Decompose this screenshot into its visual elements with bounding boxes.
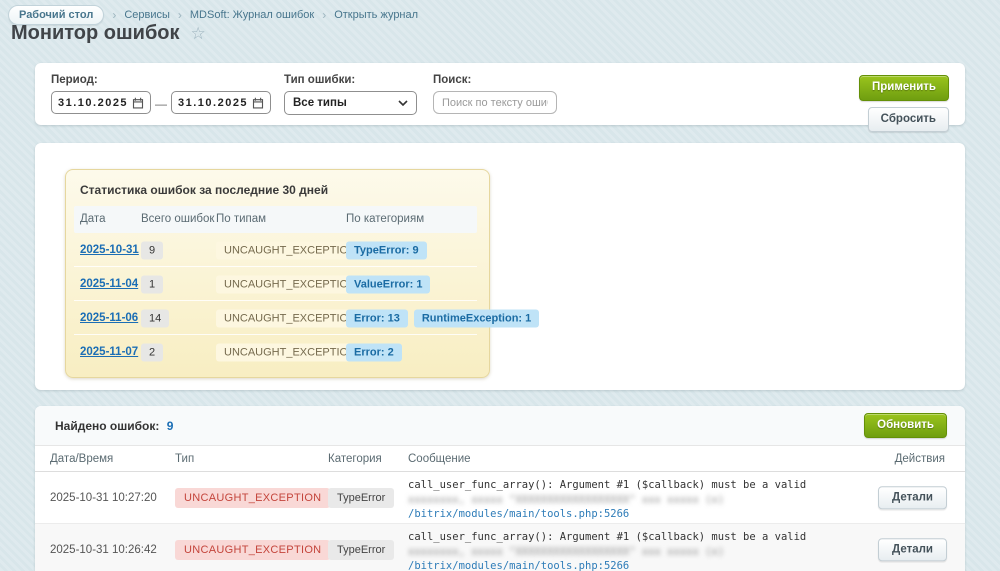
date-to-input[interactable]: 31.10.2025 [171, 91, 271, 114]
stats-total: 1 [141, 274, 163, 293]
stats-row: 2025-11-07 2 UNCAUGHT_EXCEPTION: 2 Error… [74, 335, 477, 369]
error-type-selected-value: Все типы [293, 97, 347, 109]
stats-category-badge: Error: 2 [346, 343, 408, 362]
error-type-badge: UNCAUGHT_EXCEPTION [175, 540, 330, 560]
actions-cell: Детали [878, 486, 947, 510]
filter-buttons: Применить Сбросить [859, 74, 949, 114]
breadcrumb-error-log[interactable]: MDSoft: Журнал ошибок [190, 9, 314, 21]
stats-title: Статистика ошибок за последние 30 дней [66, 170, 489, 206]
stats-date-link[interactable]: 2025-11-07 [80, 346, 138, 358]
favorite-star-icon[interactable]: ☆ [191, 25, 206, 42]
stats-total: 9 [141, 240, 163, 259]
error-message-redacted: xxxxxxxx, xxxxx "XXXXXXXXXXXXXXXXXX" xxx… [408, 493, 888, 508]
date-from-value: 31.10.2025 [58, 97, 128, 109]
error-message: call_user_func_array(): Argument #1 ($ca… [408, 478, 888, 522]
reset-button[interactable]: Сбросить [868, 107, 949, 133]
error-type-badge: UNCAUGHT_EXCEPTION [175, 488, 330, 508]
stats-total: 2 [141, 343, 163, 362]
stats-category-badge: TypeError: 9 [346, 240, 433, 259]
stats-col-types: По типам [216, 206, 266, 233]
col-type: Тип [175, 446, 194, 472]
actions-cell: Детали [878, 538, 947, 562]
stats-date-link[interactable]: 2025-10-31 [80, 244, 139, 256]
title-row: Монитор ошибок ☆ [11, 22, 206, 45]
search-label: Поиск: [433, 74, 557, 86]
page-title: Монитор ошибок [11, 22, 180, 45]
error-category-badge: TypeError [328, 488, 394, 508]
breadcrumb-services[interactable]: Сервисы [124, 9, 170, 21]
found-errors: Найдено ошибок: 9 [55, 419, 173, 433]
found-count: 9 [167, 419, 174, 433]
filter-panel: Период: 31.10.2025 — 31.10.2025 Тип ошиб… [35, 63, 965, 125]
stats-col-date: Дата [80, 206, 105, 233]
col-datetime: Дата/Время [50, 446, 113, 472]
stats-col-total: Всего ошибок [141, 206, 214, 233]
stats-box: Статистика ошибок за последние 30 дней Д… [65, 169, 490, 378]
col-category: Категория [328, 446, 382, 472]
breadcrumb-open-log[interactable]: Открыть журнал [334, 9, 418, 21]
stats-category-badge: ValueError: 1 [346, 274, 436, 293]
date-to-value: 31.10.2025 [178, 97, 248, 109]
error-message-redacted: xxxxxxxx, xxxxx "XXXXXXXXXXXXXXXXXX" xxx… [408, 545, 888, 560]
error-type-label: Тип ошибки: [284, 74, 417, 86]
results-panel: Найдено ошибок: 9 Обновить Дата/Время Ти… [35, 406, 965, 571]
type-filter-group: Тип ошибки: Все типы [284, 74, 417, 114]
refresh-button[interactable]: Обновить [864, 413, 947, 439]
error-table-row: 2025-10-31 10:26:42 UNCAUGHT_EXCEPTION T… [35, 524, 965, 571]
date-range-dash: — [155, 95, 167, 111]
error-message-line1: call_user_func_array(): Argument #1 ($ca… [408, 530, 888, 545]
apply-button[interactable]: Применить [859, 75, 949, 101]
chevron-down-icon [398, 100, 408, 106]
error-datetime: 2025-10-31 10:26:42 [50, 544, 157, 556]
stats-row: 2025-10-31 9 UNCAUGHT_EXCEPTION: 9 TypeE… [74, 233, 477, 267]
error-datetime: 2025-10-31 10:27:20 [50, 492, 157, 504]
stats-total: 14 [141, 308, 169, 327]
stats-category-badges: Error: 13RuntimeException: 1 [346, 308, 545, 327]
stats-row: 2025-11-04 1 UNCAUGHT_EXCEPTION: 1 Value… [74, 267, 477, 301]
error-table-row: 2025-10-31 10:27:20 UNCAUGHT_EXCEPTION T… [35, 472, 965, 524]
breadcrumb-separator-icon: › [178, 8, 182, 22]
period-label: Период: [51, 74, 271, 86]
stats-date-link[interactable]: 2025-11-06 [80, 312, 138, 324]
error-source-link[interactable]: /bitrix/modules/main/tools.php:5266 [408, 507, 629, 522]
results-table-header: Дата/Время Тип Категория Сообщение Дейст… [35, 446, 965, 472]
breadcrumb-separator-icon: › [112, 8, 116, 22]
col-message: Сообщение [408, 446, 471, 472]
stats-table-header: Дата Всего ошибок По типам По категориям [74, 206, 477, 233]
error-category-badge: TypeError [328, 540, 394, 560]
results-header: Найдено ошибок: 9 Обновить [35, 406, 965, 446]
search-input[interactable] [433, 91, 557, 114]
stats-row: 2025-11-06 14 UNCAUGHT_EXCEPTION: 14 Err… [74, 301, 477, 335]
found-label: Найдено ошибок: [55, 419, 159, 433]
breadcrumb-separator-icon: › [322, 8, 326, 22]
error-message: call_user_func_array(): Argument #1 ($ca… [408, 530, 888, 571]
calendar-icon[interactable] [252, 97, 264, 109]
details-button[interactable]: Детали [878, 486, 947, 510]
stats-panel: Статистика ошибок за последние 30 дней Д… [35, 143, 965, 390]
error-monitor-page: Рабочий стол › Сервисы › MDSoft: Журнал … [0, 0, 1000, 571]
search-filter-group: Поиск: [433, 74, 557, 114]
error-type-select[interactable]: Все типы [284, 91, 417, 115]
stats-col-categories: По категориям [346, 206, 424, 233]
details-button[interactable]: Детали [878, 538, 947, 562]
error-message-line1: call_user_func_array(): Argument #1 ($ca… [408, 478, 888, 493]
date-from-input[interactable]: 31.10.2025 [51, 91, 151, 114]
stats-date-link[interactable]: 2025-11-04 [80, 278, 138, 290]
col-actions: Действия [895, 446, 945, 472]
period-filter-group: Период: 31.10.2025 — 31.10.2025 [51, 74, 271, 114]
error-source-link[interactable]: /bitrix/modules/main/tools.php:5266 [408, 559, 629, 571]
calendar-icon[interactable] [132, 97, 144, 109]
